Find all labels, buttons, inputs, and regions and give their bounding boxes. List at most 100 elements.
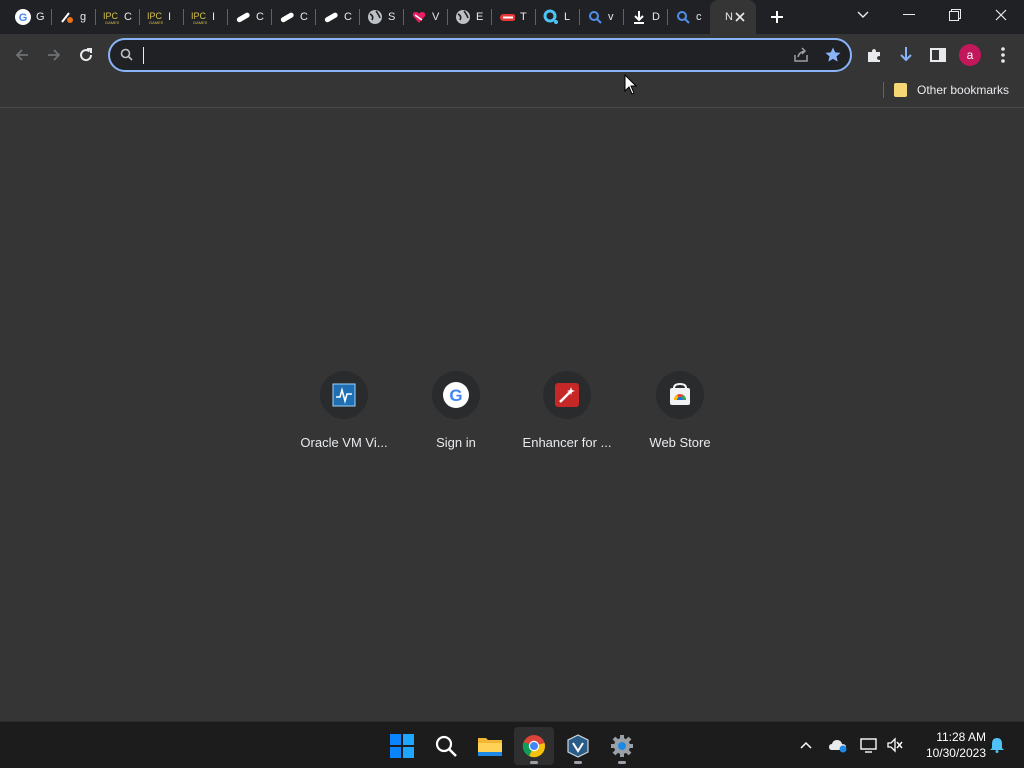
close-tab-icon[interactable]	[732, 9, 748, 25]
minimize-icon	[903, 14, 915, 15]
side-panel-button[interactable]	[925, 42, 951, 68]
google-icon: G	[443, 382, 469, 408]
bell-icon	[990, 738, 1004, 753]
chrome-taskbar-button[interactable]	[514, 727, 554, 765]
link-icon	[235, 9, 251, 25]
svg-text:G: G	[19, 12, 28, 24]
chevron-down-icon	[857, 11, 869, 18]
tab-search-button[interactable]	[840, 0, 886, 30]
tab[interactable]: V	[404, 0, 448, 34]
restore-button[interactable]	[932, 0, 978, 30]
tab[interactable]: IPC GAMES C	[96, 0, 140, 34]
puzzle-icon	[868, 49, 880, 62]
running-indicator	[618, 761, 626, 764]
back-button[interactable]	[9, 42, 35, 68]
shortcut-label: Sign in	[436, 435, 476, 450]
shortcut-label: Enhancer for ...	[522, 435, 612, 450]
shortcut-icon-container	[320, 371, 368, 419]
extensions-button[interactable]	[861, 42, 887, 68]
bookmarks-bar: Other bookmarks	[0, 76, 1024, 108]
tab[interactable]: L	[536, 0, 580, 34]
address-input[interactable]	[142, 46, 762, 64]
shortcut-tile[interactable]: Web Store	[624, 371, 736, 461]
red-badge-icon	[499, 9, 515, 25]
restore-icon	[949, 9, 961, 21]
svg-text:GAMES: GAMES	[105, 20, 119, 25]
text-caret	[143, 47, 144, 64]
shortcut-tile[interactable]: Enhancer for ...	[511, 371, 623, 461]
tab[interactable]: C	[316, 0, 360, 34]
forward-button[interactable]	[41, 42, 67, 68]
search-icon	[435, 735, 457, 757]
google-icon: G	[15, 9, 31, 25]
running-indicator	[574, 761, 582, 764]
ipc-games-icon: IPC GAMES	[191, 9, 207, 25]
new-tab-button[interactable]	[765, 5, 789, 29]
reload-button[interactable]	[73, 42, 99, 68]
webstore-icon	[670, 383, 690, 405]
virtualbox-icon	[332, 383, 356, 407]
notifications-button[interactable]	[986, 734, 1008, 756]
clock-time: 11:28 AM	[936, 730, 986, 744]
svg-text:GAMES: GAMES	[193, 20, 207, 25]
toolbar: a	[0, 34, 1024, 76]
svg-text:G: G	[449, 386, 462, 405]
bookmarks-divider	[883, 82, 884, 98]
taskbar-search-button[interactable]	[426, 727, 466, 765]
system-clock[interactable]: 11:28 AM 10/30/2023	[914, 729, 986, 761]
reload-icon	[80, 48, 93, 62]
enhancer-icon	[555, 383, 579, 407]
search-icon	[675, 9, 691, 25]
tab[interactable]: G G	[8, 0, 52, 34]
bookmark-star-icon[interactable]	[824, 46, 842, 69]
minimize-button[interactable]	[886, 0, 932, 30]
svg-text:GAMES: GAMES	[149, 20, 163, 25]
mouse-cursor-icon	[624, 74, 638, 95]
folder-icon	[478, 738, 502, 756]
shortcut-icon-container: G	[432, 371, 480, 419]
tab[interactable]: IPC GAMES I	[184, 0, 228, 34]
tab[interactable]: D	[624, 0, 668, 34]
side-panel-icon	[930, 48, 946, 62]
tab[interactable]: C	[228, 0, 272, 34]
search-icon	[587, 9, 603, 25]
clock-date: 10/30/2023	[925, 746, 986, 760]
file-explorer-button[interactable]	[470, 727, 510, 765]
tab[interactable]: E	[448, 0, 492, 34]
network-tray-icon[interactable]	[858, 734, 880, 756]
address-bar[interactable]	[108, 38, 852, 72]
tab[interactable]: T	[492, 0, 536, 34]
shortcut-tile[interactable]: Oracle VM Vi...	[288, 371, 400, 461]
arrow-left-icon	[15, 49, 28, 61]
tab[interactable]: v	[580, 0, 624, 34]
tab[interactable]: g	[52, 0, 96, 34]
volume-tray-icon[interactable]	[884, 734, 906, 756]
virtualbox-taskbar-button[interactable]	[558, 727, 598, 765]
settings-taskbar-button[interactable]	[602, 727, 642, 765]
menu-button[interactable]	[990, 42, 1016, 68]
profile-avatar[interactable]: a	[959, 44, 981, 66]
shortcut-label: Web Store	[649, 435, 711, 450]
shortcut-icon-container	[543, 371, 591, 419]
tab-active[interactable]: N	[710, 0, 756, 34]
show-hidden-icons-button[interactable]	[795, 734, 817, 756]
link-icon	[279, 9, 295, 25]
shortcut-tile[interactable]: G Sign in	[400, 371, 512, 461]
download-button[interactable]	[893, 42, 919, 68]
more-vert-icon	[1001, 47, 1005, 63]
shortcut-label: Oracle VM Vi...	[300, 435, 388, 450]
start-button[interactable]	[382, 727, 422, 765]
tab[interactable]: C	[272, 0, 316, 34]
close-window-button[interactable]	[978, 0, 1024, 30]
download-arrow-icon	[900, 47, 912, 62]
new-tab-page: Oracle VM Vi... G Sign in Enhancer for .…	[0, 109, 1024, 721]
share-icon[interactable]	[792, 46, 810, 69]
link-icon	[323, 9, 339, 25]
tab[interactable]: IPC GAMES I	[140, 0, 184, 34]
heart-icon	[411, 9, 427, 25]
tab[interactable]: c	[668, 0, 710, 34]
onedrive-tray-icon[interactable]	[827, 734, 849, 756]
arrow-right-icon	[48, 49, 61, 61]
other-bookmarks[interactable]: Other bookmarks	[894, 81, 1009, 99]
tab[interactable]: S	[360, 0, 404, 34]
